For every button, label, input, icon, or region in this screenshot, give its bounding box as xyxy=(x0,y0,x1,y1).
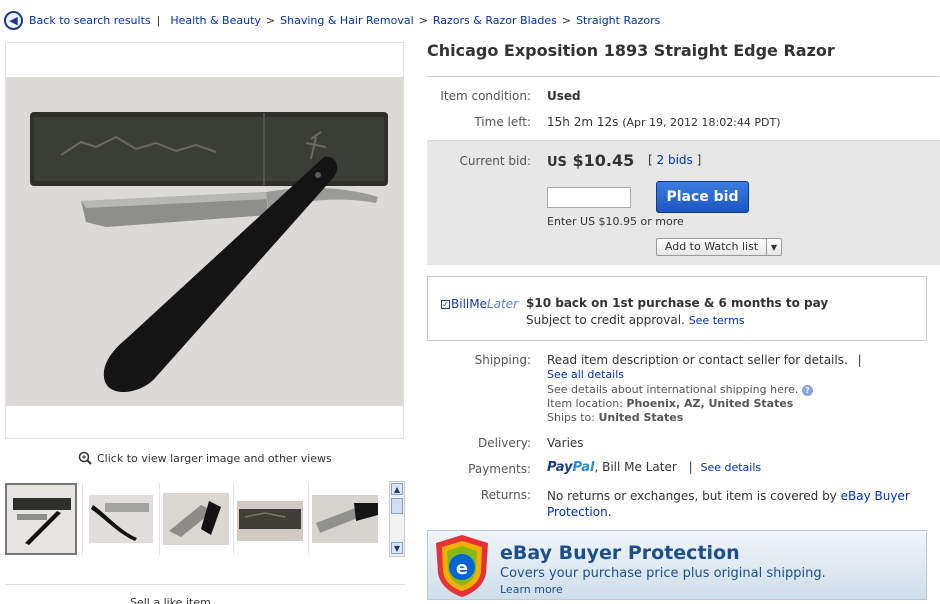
check-icon: ✓ xyxy=(441,299,450,309)
ships-to-label: Ships to: xyxy=(547,411,595,424)
bml-logo-later: Later xyxy=(486,297,519,311)
location-value: Phoenix, AZ, United States xyxy=(626,397,794,410)
see-terms-link[interactable]: See terms xyxy=(689,314,745,327)
bid-amount: $10.45 xyxy=(572,151,635,170)
buyer-protection-title: eBay Buyer Protection xyxy=(500,542,740,564)
returns-value: No returns or exchanges, but item is cov… xyxy=(547,488,917,520)
breadcrumb-razors[interactable]: Razors & Razor Blades xyxy=(433,14,557,27)
returns-label: Returns: xyxy=(480,488,531,502)
breadcrumb-arrow: > xyxy=(265,13,276,27)
time-left-value: 15h 2m 12s (Apr 19, 2012 18:02:44 PDT) xyxy=(547,115,781,129)
thumbnail-strip: ▲ ▼ xyxy=(5,481,405,559)
thumbnail-1[interactable] xyxy=(5,483,77,555)
bid-amount-input[interactable] xyxy=(547,187,631,208)
thumbnail-5[interactable] xyxy=(310,483,382,555)
bid-count: [ 2 bids ] xyxy=(648,153,702,167)
payments-other: , Bill Me Later xyxy=(594,460,677,474)
bml-headline: $10 back on 1st purchase & 6 months to p… xyxy=(526,296,829,310)
returns-period: . xyxy=(607,505,612,519)
thumbnail-divider xyxy=(308,483,309,555)
current-bid-price: US $10.45 xyxy=(547,151,634,170)
intl-shipping-text: See details about international shipping… xyxy=(547,383,799,396)
thumbnail-2[interactable] xyxy=(85,483,157,555)
razor-photo xyxy=(6,77,403,406)
zoom-icon xyxy=(78,451,92,465)
breadcrumb-shaving[interactable]: Shaving & Hair Removal xyxy=(280,14,414,27)
current-bid-label: Current bid: xyxy=(459,154,532,168)
thumbnail-divider xyxy=(82,483,83,555)
location-label: Item location: xyxy=(547,397,623,410)
dropdown-icon[interactable]: ▼ xyxy=(767,243,781,252)
scroll-up-icon[interactable]: ▲ xyxy=(391,483,403,495)
zoom-link[interactable]: Click to view larger image and other vie… xyxy=(78,451,332,465)
scroll-down-icon[interactable]: ▼ xyxy=(391,542,403,554)
minimum-bid-hint: Enter US $10.95 or more xyxy=(547,215,684,228)
help-icon[interactable]: ? xyxy=(801,384,813,396)
bml-logo-me: Me xyxy=(469,297,487,311)
delivery-value: Varies xyxy=(547,436,584,450)
breadcrumb-health-beauty[interactable]: Health & Beauty xyxy=(170,14,261,27)
svg-text:e: e xyxy=(456,558,468,579)
scroll-thumb[interactable] xyxy=(391,498,403,514)
thumbnail-divider xyxy=(233,483,234,555)
ships-to-value: United States xyxy=(598,411,684,424)
shipping-text: Read item description or contact seller … xyxy=(547,353,848,367)
condition-value: Used xyxy=(547,89,581,103)
time-left-countdown: 15h 2m 12s xyxy=(547,115,619,129)
breadcrumb-arrow: > xyxy=(561,13,572,27)
breadcrumb-divider: | xyxy=(156,13,161,27)
international-shipping: See details about international shipping… xyxy=(547,383,813,396)
payments-value: PayPal, Bill Me Later | See details xyxy=(547,460,761,475)
thumbnail-4[interactable] xyxy=(235,483,307,555)
paypal-logo: PayPal xyxy=(547,460,595,475)
payments-label: Payments: xyxy=(468,462,531,476)
item-title: Chicago Exposition 1893 Straight Edge Ra… xyxy=(427,41,835,60)
watch-list-label[interactable]: Add to Watch list xyxy=(657,239,767,255)
learn-more-link[interactable]: Learn more xyxy=(500,583,563,596)
condition-label: Item condition: xyxy=(440,89,531,103)
main-product-image[interactable] xyxy=(5,42,404,439)
payments-see-details-link[interactable]: See details xyxy=(700,461,761,474)
shipping-value: Read item description or contact seller … xyxy=(547,353,862,367)
back-to-search-link[interactable]: Back to search results xyxy=(29,14,151,27)
time-left-label: Time left: xyxy=(474,115,531,129)
gallery-divider xyxy=(5,584,405,585)
back-arrow-icon[interactable]: ◀ xyxy=(4,10,23,30)
returns-text: No returns or exchanges, but item is cov… xyxy=(547,489,837,503)
place-bid-button[interactable]: Place bid xyxy=(656,181,749,213)
currency: US xyxy=(547,155,567,170)
title-divider xyxy=(427,76,939,77)
bml-credit-text: Subject to credit approval. xyxy=(526,313,685,327)
bill-me-later-box: ✓ Bill Me Later $10 back on 1st purchase &… xyxy=(427,276,927,341)
see-all-details-link[interactable]: See all details xyxy=(547,368,624,381)
add-to-watch-list-button[interactable]: Add to Watch list ▼ xyxy=(656,238,782,256)
shipping-label: Shipping: xyxy=(474,353,531,367)
breadcrumb: ◀ Back to search results | Health & Beau… xyxy=(4,8,934,32)
time-left-end: (Apr 19, 2012 18:02:44 PDT) xyxy=(622,116,781,129)
bill-me-later-logo: ✓ Bill Me Later xyxy=(441,297,518,311)
thumbnail-3[interactable] xyxy=(161,483,233,555)
ships-to: Ships to: United States xyxy=(547,411,683,424)
breadcrumb-straight-razors[interactable]: Straight Razors xyxy=(576,14,660,27)
sell-similar-link[interactable]: Sell a like item xyxy=(130,596,211,604)
buyer-protection-banner[interactable]: e eBay Buyer Protection Covers your purc… xyxy=(427,530,927,600)
thumbnail-scrollbar[interactable]: ▲ ▼ xyxy=(389,481,405,557)
item-location: Item location: Phoenix, AZ, United State… xyxy=(547,397,793,410)
payments-pipe: | xyxy=(688,460,693,474)
bml-subtext: Subject to credit approval. See terms xyxy=(526,313,745,327)
buyer-protection-subtitle: Covers your purchase price plus original… xyxy=(500,566,826,581)
shield-icon: e xyxy=(436,535,488,597)
shipping-pipe: | xyxy=(857,353,862,367)
bml-logo-bill: Bill xyxy=(451,297,470,311)
breadcrumb-arrow: > xyxy=(418,13,428,27)
thumbnail-divider xyxy=(159,483,160,555)
zoom-label: Click to view larger image and other vie… xyxy=(97,451,332,465)
bids-link[interactable]: 2 bids xyxy=(657,153,693,167)
delivery-label: Delivery: xyxy=(478,436,531,450)
